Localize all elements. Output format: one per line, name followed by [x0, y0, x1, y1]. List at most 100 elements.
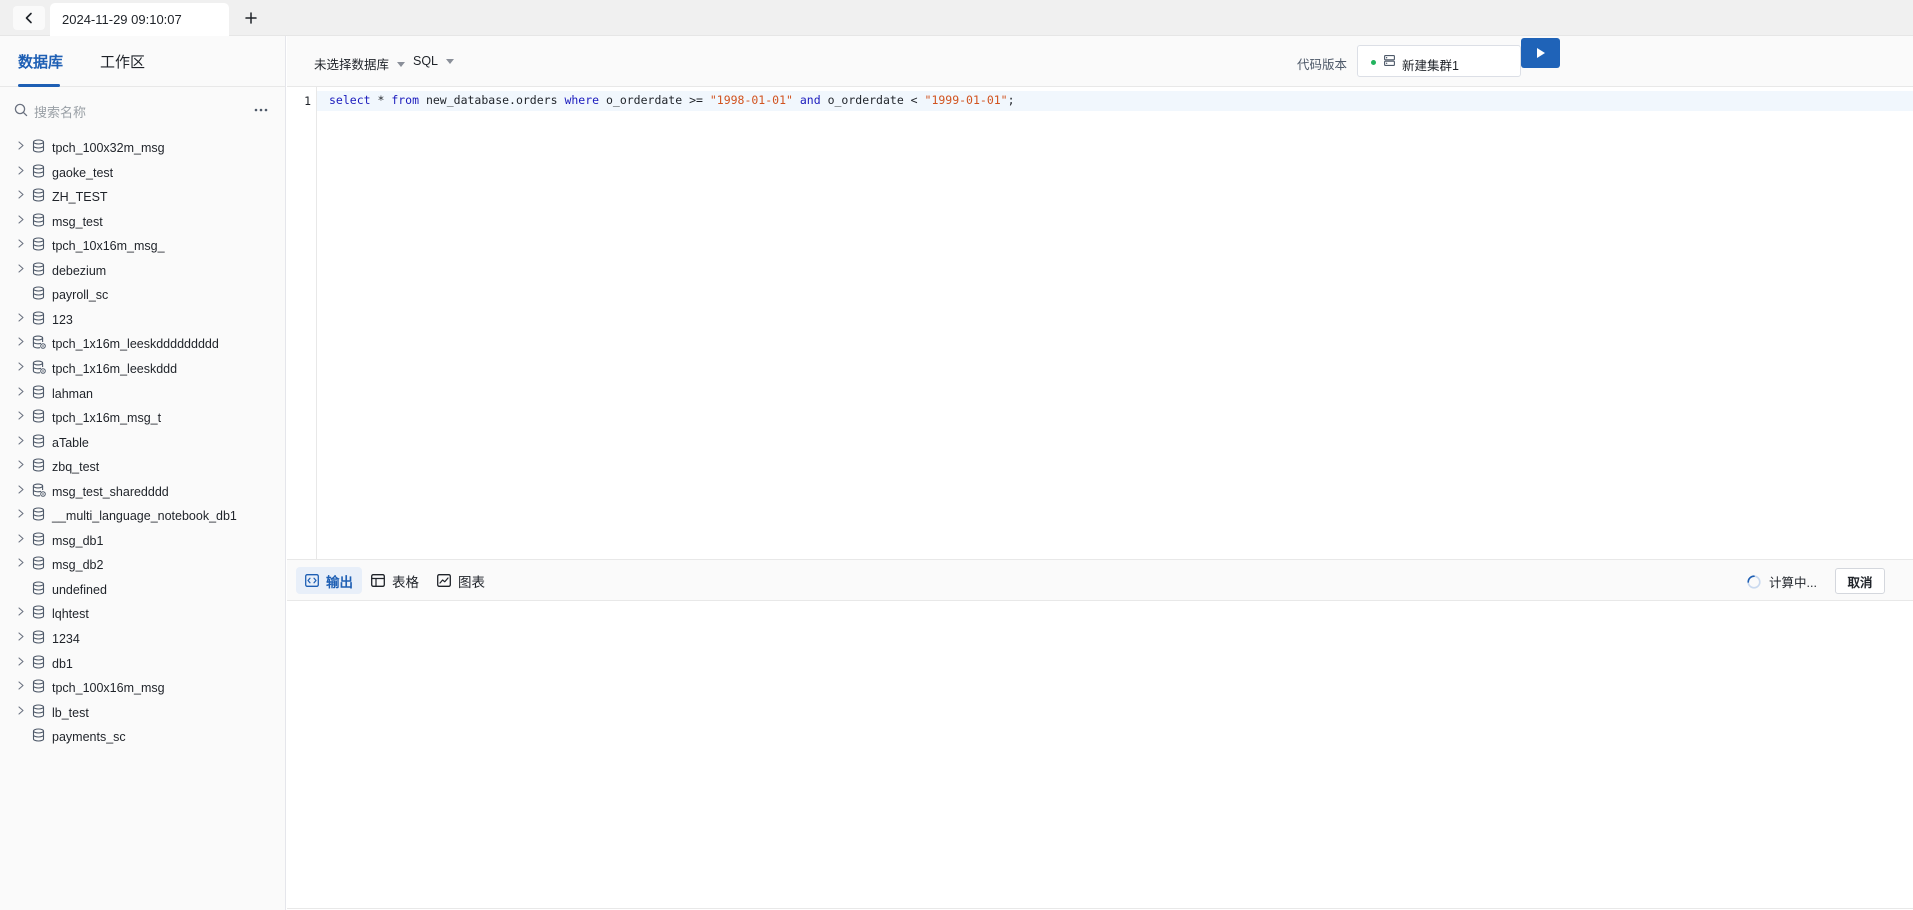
database-item[interactable]: payroll_sc — [0, 284, 286, 308]
chevron-right-icon[interactable] — [17, 165, 25, 175]
chevron-right-icon[interactable] — [17, 485, 25, 494]
shared-database-icon — [32, 360, 46, 374]
chevron-right-icon[interactable] — [17, 264, 25, 273]
database-item[interactable]: msg_db2 — [0, 554, 286, 578]
more-horizontal-icon — [254, 108, 268, 112]
database-item-label: __multi_language_notebook_db1 — [52, 509, 237, 524]
database-item-label: undefined — [52, 582, 107, 597]
tab-output[interactable]: 输出 — [296, 567, 362, 594]
database-item[interactable]: tpch_1x16m_leeskddd — [0, 358, 286, 382]
chevron-right-icon[interactable] — [17, 313, 25, 322]
chevron-right-icon[interactable] — [17, 386, 25, 396]
chevron-right-icon[interactable] — [17, 681, 25, 690]
database-icon — [32, 630, 45, 644]
server-icon — [1384, 55, 1395, 66]
results-output-panel — [287, 601, 1913, 909]
tab-table[interactable]: 表格 — [362, 567, 428, 594]
database-item[interactable]: gaoke_test — [0, 162, 286, 186]
code-icon — [305, 574, 319, 587]
chevron-right-icon[interactable] — [17, 337, 25, 346]
tab-chart[interactable]: 图表 — [428, 567, 494, 594]
results-toolbar: 输出 表格 图表 计算中... 取消 — [287, 559, 1913, 601]
search-input[interactable] — [34, 100, 234, 124]
database-item[interactable]: 1234 — [0, 628, 286, 652]
chevron-right-icon[interactable] — [17, 239, 25, 248]
database-item-label: aTable — [52, 435, 89, 450]
database-item[interactable]: undefined — [0, 579, 286, 603]
database-item[interactable]: db1 — [0, 653, 286, 677]
database-item-label: debezium — [52, 263, 107, 278]
database-item[interactable]: tpch_10x16m_msg_ — [0, 235, 286, 259]
database-item[interactable]: zbq_test — [0, 456, 286, 480]
chevron-right-icon[interactable] — [17, 460, 25, 469]
chevron-right-icon[interactable] — [17, 656, 25, 666]
database-item[interactable]: msg_db1 — [0, 530, 286, 554]
database-item[interactable]: ZH_TEST — [0, 186, 286, 210]
database-item[interactable]: aTable — [0, 432, 286, 456]
database-item[interactable]: msg_test_sharedddd — [0, 481, 286, 505]
database-item-label: payments_sc — [52, 730, 126, 745]
database-item-label: msg_test — [52, 214, 103, 229]
sql-text: new_database.orders — [419, 93, 565, 107]
database-item-label: payroll_sc — [52, 288, 109, 303]
chevron-right-icon[interactable] — [17, 706, 25, 715]
cancel-button[interactable]: 取消 — [1835, 568, 1885, 594]
computing-status-text: 计算中... — [1769, 576, 1817, 590]
chevron-right-icon[interactable] — [17, 558, 25, 567]
tab-query[interactable]: 2024-11-29 09:10:07 — [50, 3, 229, 36]
database-icon — [32, 409, 45, 423]
chevron-right-icon[interactable] — [17, 411, 25, 420]
database-icon — [32, 679, 45, 693]
database-icon — [32, 434, 45, 448]
database-item-label: ZH_TEST — [52, 190, 108, 205]
chart-icon — [437, 574, 451, 587]
chevron-right-icon[interactable] — [17, 141, 25, 150]
add-tab-button[interactable] — [236, 6, 266, 30]
language-select[interactable]: SQL — [413, 54, 455, 68]
chevron-right-icon[interactable] — [17, 632, 25, 641]
database-item[interactable]: 123 — [0, 309, 286, 333]
chevron-right-icon[interactable] — [17, 509, 25, 518]
database-icon — [32, 311, 45, 325]
sql-text: * — [370, 93, 392, 107]
sidebar-tabs: 数据库 工作区 — [0, 36, 285, 87]
sql-text: ; — [1007, 93, 1015, 107]
database-icon — [32, 188, 45, 202]
cluster-status-dot — [1371, 60, 1376, 65]
code-version-label: 代码版本 — [1297, 58, 1348, 72]
tab-workspace[interactable]: 工作区 — [100, 51, 145, 72]
tab-table-label: 表格 — [392, 574, 419, 590]
code-line[interactable]: select * from new_database.orders where … — [329, 93, 1015, 107]
database-item[interactable]: tpch_1x16m_msg_t — [0, 407, 286, 431]
database-item[interactable]: msg_test — [0, 211, 286, 235]
code-editor[interactable]: 1 select * from new_database.orders wher… — [287, 87, 1913, 559]
database-item[interactable]: lahman — [0, 383, 286, 407]
editor-toolbar: 未选择数据库 SQL 代码版本 新建集群1 — [287, 36, 1913, 87]
chevron-right-icon[interactable] — [17, 436, 25, 445]
database-item[interactable]: lqhtest — [0, 603, 286, 627]
sql-text: o_orderdate < — [820, 93, 925, 107]
more-options-button[interactable] — [250, 99, 272, 121]
database-item[interactable]: __multi_language_notebook_db1 — [0, 505, 286, 529]
chevron-right-icon[interactable] — [17, 215, 25, 224]
database-item[interactable]: debezium — [0, 260, 286, 284]
database-item[interactable]: tpch_100x32m_msg — [0, 137, 286, 161]
cluster-select[interactable]: 新建集群1 — [1357, 45, 1521, 77]
database-item-label: zbq_test — [52, 460, 100, 475]
database-select[interactable]: 未选择数据库 — [314, 54, 406, 73]
tab-output-label: 输出 — [326, 574, 353, 590]
shared-database-icon — [32, 483, 46, 497]
tab-database[interactable]: 数据库 — [18, 51, 63, 72]
database-item[interactable]: tpch_100x16m_msg — [0, 677, 286, 701]
database-item[interactable]: lb_test — [0, 702, 286, 726]
chevron-right-icon[interactable] — [17, 607, 25, 616]
chevron-right-icon[interactable] — [17, 362, 25, 371]
chevron-right-icon[interactable] — [17, 190, 25, 199]
back-button[interactable] — [13, 6, 45, 30]
database-item[interactable]: tpch_1x16m_leeskddddddddd — [0, 333, 286, 357]
run-button[interactable] — [1521, 38, 1560, 68]
database-icon — [32, 532, 45, 546]
database-item[interactable]: payments_sc — [0, 726, 286, 750]
sql-keyword: and — [799, 93, 821, 107]
chevron-right-icon[interactable] — [17, 534, 25, 543]
